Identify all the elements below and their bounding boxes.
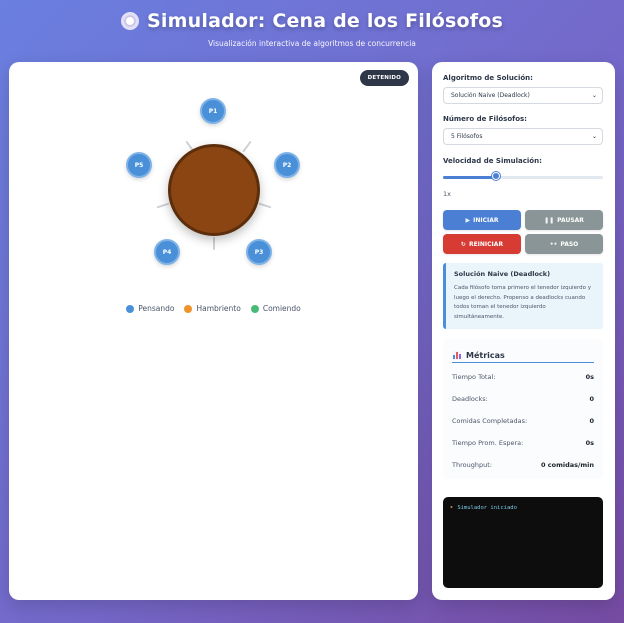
philosophers-count-value: 5 Filósofos <box>451 133 483 140</box>
legend-dot-hungry <box>184 304 193 313</box>
philosopher-4[interactable]: P4 <box>154 239 180 265</box>
legend-dot-thinking <box>126 304 135 313</box>
metric-throughput: Throughput: 0 comidas/min <box>452 461 594 469</box>
fork-4 <box>213 237 215 250</box>
speed-slider-thumb[interactable] <box>491 172 500 180</box>
metrics-title: Métricas <box>466 350 505 360</box>
fork-3 <box>258 202 272 209</box>
algorithm-info-box: Solución Naive (Deadlock) Cada filósofo … <box>443 263 603 329</box>
metric-label: Throughput: <box>452 461 492 469</box>
metrics-panel: Métricas Tiempo Total: 0s Deadlocks: 0 C… <box>443 339 603 479</box>
log-console[interactable]: ➤ Simulador iniciado <box>443 497 603 588</box>
footsteps-icon: •• <box>549 240 558 248</box>
philosopher-5[interactable]: P5 <box>126 152 152 178</box>
algorithm-select[interactable]: Solución Naive (Deadlock) ⌄ <box>443 87 603 104</box>
algorithm-info-text: Cada filósofo toma primero el tenedor iz… <box>454 285 591 320</box>
fork-2 <box>242 140 252 153</box>
metric-label: Tiempo Prom. Espera: <box>452 439 524 447</box>
philosopher-2[interactable]: P2 <box>274 152 300 178</box>
metrics-header: Métricas <box>452 348 594 363</box>
metric-value: 0 <box>589 395 594 403</box>
control-panel: Algoritmo de Solución: Solución Naive (D… <box>432 62 615 600</box>
metric-value: 0s <box>585 439 594 447</box>
metric-deadlocks: Deadlocks: 0 <box>452 395 594 403</box>
step-button-label: PASO <box>560 240 579 248</box>
status-badge: DETENIDO <box>359 70 409 86</box>
start-button-label: INICIAR <box>473 216 499 224</box>
algorithm-label: Algoritmo de Solución: <box>443 74 533 82</box>
simulation-panel: DETENIDO P1 P2 P3 P4 P5 Pensando Hambrie… <box>9 62 418 600</box>
speed-slider-fill <box>443 176 496 179</box>
log-line: ➤ Simulador iniciado <box>450 505 596 511</box>
legend-item-thinking: Pensando <box>126 304 174 313</box>
bar-chart-icon <box>452 350 461 360</box>
chevron-down-icon: ⌄ <box>591 92 597 99</box>
pause-button[interactable]: ❚❚ PAUSAR <box>525 210 603 230</box>
legend-dot-eating <box>250 304 259 313</box>
legend-label-eating: Comiendo <box>262 304 301 313</box>
philosopher-1[interactable]: P1 <box>200 98 226 124</box>
play-icon: ▶ <box>465 216 471 224</box>
speed-value: 1x <box>443 190 451 198</box>
pause-icon: ❚❚ <box>544 216 555 224</box>
pause-button-label: PAUSAR <box>557 216 584 224</box>
legend-item-hungry: Hambriento <box>184 304 241 313</box>
metric-total-time: Tiempo Total: 0s <box>452 373 594 381</box>
legend-item-eating: Comiendo <box>250 304 301 313</box>
page-subtitle: Visualización interactiva de algoritmos … <box>208 39 416 48</box>
metric-label: Tiempo Total: <box>452 373 496 381</box>
metric-value: 0 <box>589 417 594 425</box>
page-title: Simulador: Cena de los Filósofos <box>147 10 503 32</box>
step-button[interactable]: •• PASO <box>525 234 603 254</box>
philosopher-3[interactable]: P3 <box>246 239 272 265</box>
legend-label-thinking: Pensando <box>138 304 175 313</box>
chevron-down-icon: ⌄ <box>591 133 597 140</box>
algorithm-select-value: Solución Naive (Deadlock) <box>451 92 530 99</box>
reset-button-label: REINICIAR <box>468 240 504 248</box>
philosophers-count-select[interactable]: 5 Filósofos ⌄ <box>443 128 603 145</box>
speed-label: Velocidad de Simulación: <box>443 157 542 165</box>
plate-icon <box>121 12 140 30</box>
metric-avg-wait-time: Tiempo Prom. Espera: 0s <box>452 439 594 447</box>
metric-value: 0s <box>585 373 594 381</box>
philosophers-count-label: Número de Filósofos: <box>443 115 527 123</box>
metric-label: Comidas Completadas: <box>452 417 528 425</box>
fork-5 <box>156 202 170 209</box>
start-button[interactable]: ▶ INICIAR <box>443 210 521 230</box>
legend-label-hungry: Hambriento <box>196 304 241 313</box>
reset-button[interactable]: ↻ REINICIAR <box>443 234 521 254</box>
reset-icon: ↻ <box>460 240 466 248</box>
rocket-icon: ➤ <box>450 505 454 511</box>
metric-label: Deadlocks: <box>452 395 488 403</box>
log-line-text: Simulador iniciado <box>457 505 517 511</box>
page-header: Simulador: Cena de los Filósofos Visuali… <box>0 10 624 48</box>
dining-table <box>168 144 260 236</box>
metric-value: 0 comidas/min <box>540 461 594 469</box>
state-legend: Pensando Hambriento Comiendo <box>9 304 418 313</box>
speed-slider-track[interactable] <box>443 176 603 179</box>
algorithm-info-title: Solución Naive (Deadlock) <box>454 270 551 278</box>
metric-meals-completed: Comidas Completadas: 0 <box>452 417 594 425</box>
